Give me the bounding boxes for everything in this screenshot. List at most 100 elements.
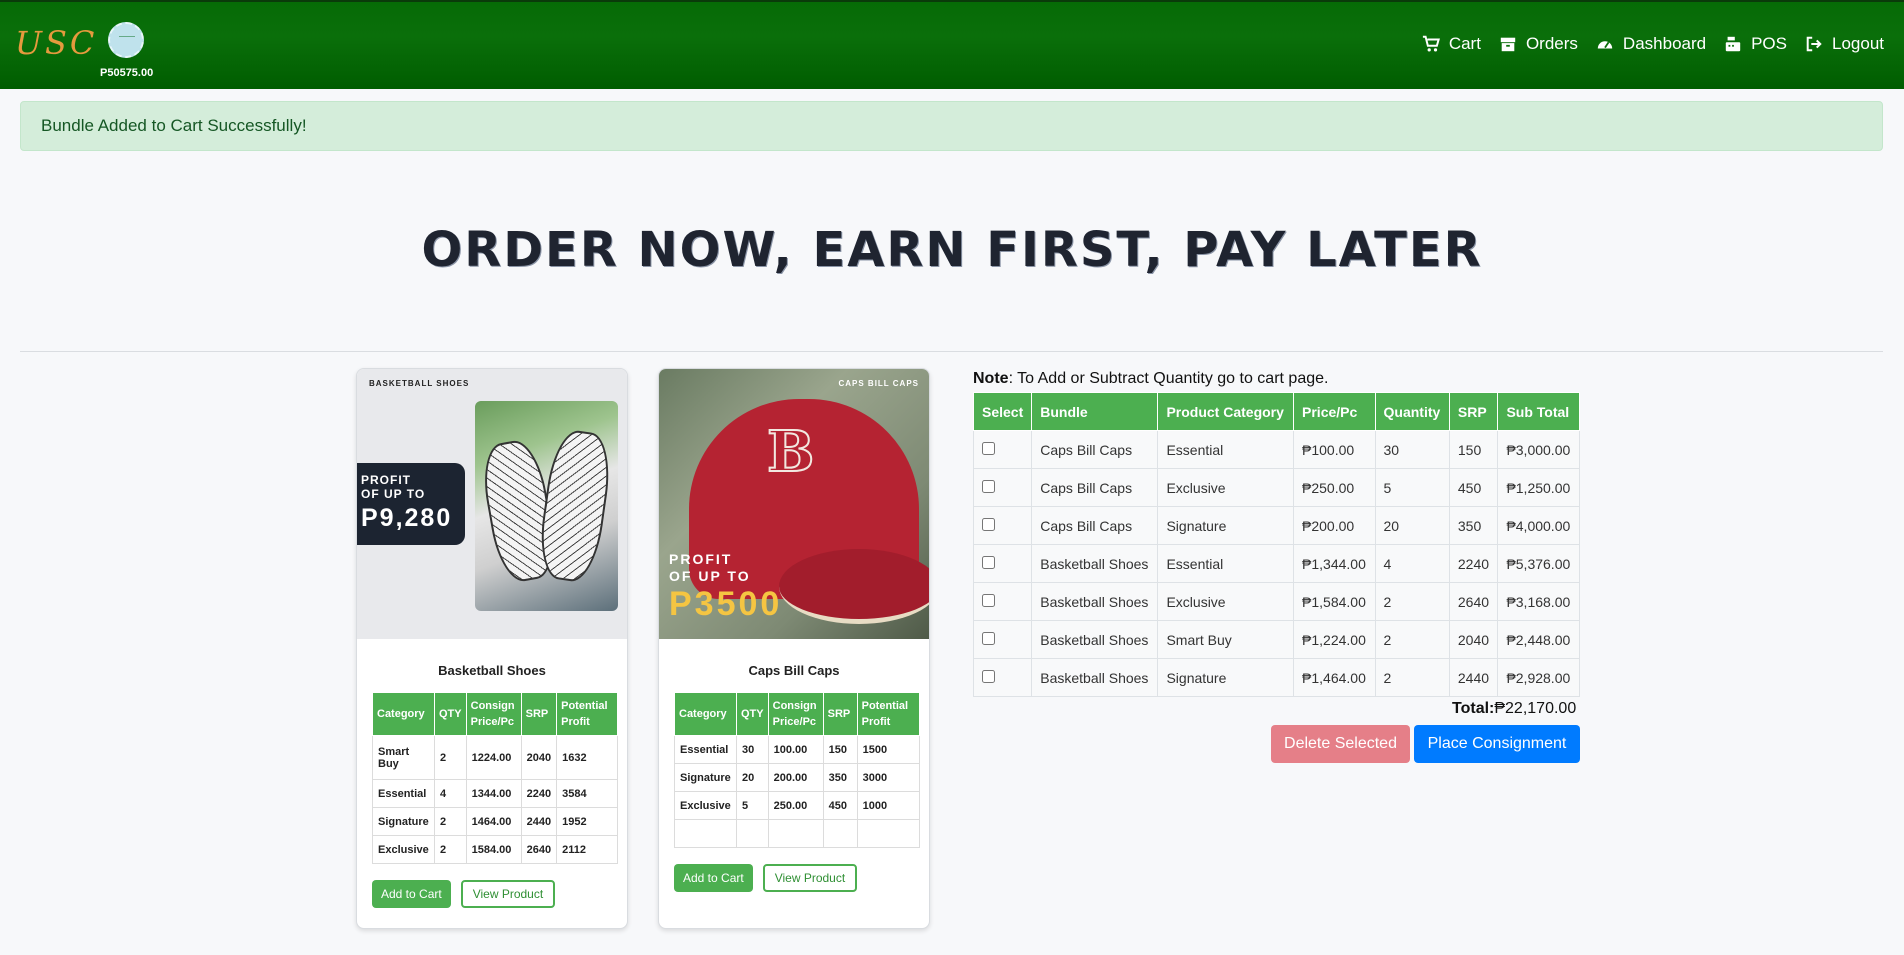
table-row: Exclusive 2 1584.00 2640 2112 xyxy=(372,835,618,864)
select-checkbox[interactable] xyxy=(982,441,995,455)
cell: 2040 xyxy=(520,735,558,780)
profit-amount: P9,280 xyxy=(361,504,453,532)
cell: 1000 xyxy=(856,791,921,820)
nav-orders-label: Orders xyxy=(1525,34,1578,53)
add-to-cart-button[interactable]: Add to Cart xyxy=(674,864,753,892)
nav-cart[interactable]: Cart xyxy=(1422,34,1481,54)
add-to-cart-button[interactable]: Add to Cart xyxy=(372,880,451,908)
nav-orders[interactable]: Orders xyxy=(1499,34,1578,54)
cell: Exclusive xyxy=(674,791,737,820)
col-qty: QTY xyxy=(736,692,769,736)
table-row: Basketball Shoes Smart Buy ₱1,224.00 2 2… xyxy=(972,620,1580,659)
cell xyxy=(767,819,824,848)
select-checkbox[interactable] xyxy=(982,631,995,645)
wallet-logo-icon xyxy=(108,22,144,58)
select-cell xyxy=(972,620,1033,659)
cell xyxy=(856,819,921,848)
cell: 1464.00 xyxy=(465,807,522,836)
cell: 5 xyxy=(736,791,769,820)
cell: Basketball Shoes xyxy=(1031,620,1159,659)
cell: 2640 xyxy=(520,835,558,864)
view-product-button[interactable]: View Product xyxy=(762,864,858,892)
cash-register-icon xyxy=(1725,36,1741,52)
cell: 4 xyxy=(1374,544,1450,583)
col-select: Select xyxy=(972,392,1033,431)
cell: ₱1,584.00 xyxy=(1293,582,1376,621)
cell: 350 xyxy=(1448,506,1499,545)
cell: ₱2,928.00 xyxy=(1497,658,1580,697)
select-checkbox[interactable] xyxy=(982,593,995,607)
cell: ₱250.00 xyxy=(1293,468,1376,507)
table-row: Signature 20 200.00 350 3000 xyxy=(674,763,921,792)
cell: 20 xyxy=(736,763,769,792)
cell: 1224.00 xyxy=(465,735,522,780)
brand-logo[interactable]: USC xyxy=(15,24,97,62)
cell: 350 xyxy=(822,763,858,792)
cell: 4 xyxy=(434,779,467,808)
card-actions: Add to Cart View Product xyxy=(372,880,627,908)
delete-selected-button[interactable]: Delete Selected xyxy=(1271,725,1410,763)
cell: 1500 xyxy=(856,735,921,764)
bundle-table: Category QTY Consign Price/Pc SRP Potent… xyxy=(674,692,921,848)
select-cell xyxy=(972,430,1033,469)
cell: Exclusive xyxy=(1157,468,1295,507)
cell: 1632 xyxy=(556,735,618,780)
cell: ₱200.00 xyxy=(1293,506,1376,545)
cell: 2 xyxy=(434,835,467,864)
col-qty: QTY xyxy=(434,692,467,736)
success-alert: Bundle Added to Cart Successfully! xyxy=(20,101,1883,151)
cell: 30 xyxy=(736,735,769,764)
select-checkbox[interactable] xyxy=(982,555,995,569)
cell: Essential xyxy=(674,735,737,764)
select-checkbox[interactable] xyxy=(982,669,995,683)
shoe-photo xyxy=(475,401,618,611)
profit-line-2: OF UP TO xyxy=(669,568,751,584)
cart-table: Select Bundle Product Category Price/Pc … xyxy=(972,392,1580,697)
nav-logout[interactable]: Logout xyxy=(1805,34,1884,54)
cell: 2 xyxy=(1374,620,1450,659)
cell: 2640 xyxy=(1448,582,1499,621)
view-product-button[interactable]: View Product xyxy=(460,880,556,908)
select-cell xyxy=(972,506,1033,545)
cell: 5 xyxy=(1374,468,1450,507)
table-row: Basketball Shoes Essential ₱1,344.00 4 2… xyxy=(972,544,1580,583)
cell: Signature xyxy=(674,763,737,792)
table-row: Smart Buy 2 1224.00 2040 1632 xyxy=(372,735,618,780)
table-row xyxy=(674,819,921,848)
cell: Basketball Shoes xyxy=(1031,582,1159,621)
select-cell xyxy=(972,582,1033,621)
profit-banner: PROFIT OF UP TO P3500 xyxy=(669,551,782,623)
cell: ₱2,448.00 xyxy=(1497,620,1580,659)
place-consignment-button[interactable]: Place Consignment xyxy=(1414,725,1580,763)
select-checkbox[interactable] xyxy=(982,479,995,493)
cell: 2 xyxy=(434,735,467,780)
cell: ₱1,464.00 xyxy=(1293,658,1376,697)
col-category: Category xyxy=(372,692,435,736)
cell: ₱5,376.00 xyxy=(1497,544,1580,583)
cell: 2240 xyxy=(1448,544,1499,583)
cell: Smart Buy xyxy=(1157,620,1295,659)
select-checkbox[interactable] xyxy=(982,517,995,531)
product-title: Caps Bill Caps xyxy=(748,663,840,678)
nav-dashboard[interactable]: Dashboard xyxy=(1596,34,1706,54)
box-icon xyxy=(1500,37,1516,52)
cell: 1952 xyxy=(556,807,618,836)
total-value: ₱22,170.00 xyxy=(1494,700,1577,717)
col-sub-total: Sub Total xyxy=(1497,392,1580,431)
nav-pos[interactable]: POS xyxy=(1724,34,1787,54)
note-label: Note xyxy=(973,370,1009,387)
cell: 250.00 xyxy=(767,791,824,820)
note-text: : To Add or Subtract Quantity go to cart… xyxy=(1008,370,1329,387)
cell: 2 xyxy=(1374,582,1450,621)
select-cell xyxy=(972,544,1033,583)
cell xyxy=(674,819,737,848)
cell: Caps Bill Caps xyxy=(1031,430,1159,469)
table-row: Signature 2 1464.00 2440 1952 xyxy=(372,807,618,836)
cell: 1584.00 xyxy=(465,835,522,864)
cell: 1344.00 xyxy=(465,779,522,808)
image-tag: CAPS BILL CAPS xyxy=(838,379,919,388)
balance-amount: P50575.00 xyxy=(100,67,154,79)
cap-logo-letter: B xyxy=(766,418,815,486)
cell: Essential xyxy=(1157,430,1295,469)
select-cell xyxy=(972,658,1033,697)
